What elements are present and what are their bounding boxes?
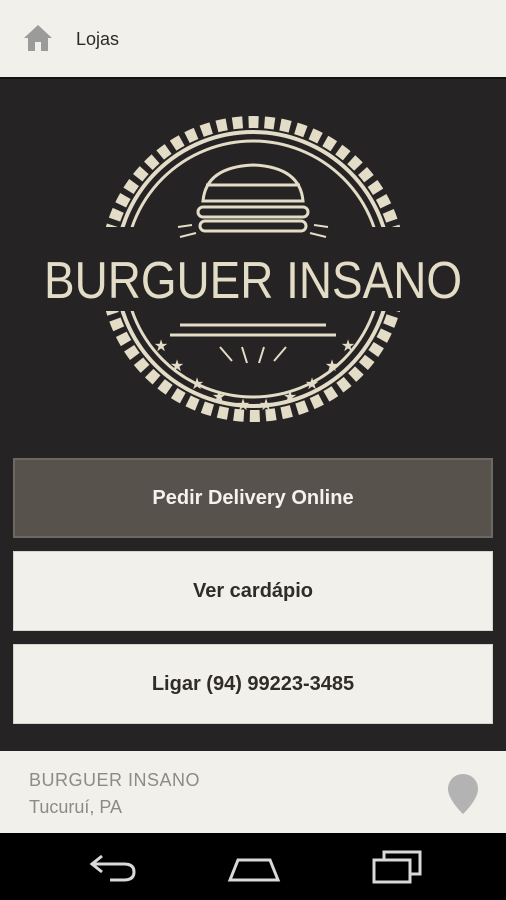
recent-apps-icon[interactable]: [366, 848, 426, 884]
order-delivery-button[interactable]: Pedir Delivery Online: [13, 458, 493, 538]
hero-section: BURGUER INSANO ★ ★ ★ ★ ★ ★ ★ ★ ★ ★ Pedir…: [0, 79, 506, 751]
svg-text:★: ★: [259, 395, 273, 414]
store-name: BURGUER INSANO: [29, 770, 201, 790]
page-title: Lojas: [76, 29, 120, 49]
view-menu-button[interactable]: Ver cardápio: [13, 551, 493, 631]
svg-text:★: ★: [212, 387, 226, 406]
svg-text:★: ★: [341, 336, 355, 355]
system-navigation-bar: [0, 833, 506, 900]
store-info-bar[interactable]: BURGUER INSANO Tucuruí, PA: [0, 751, 506, 833]
store-location: Tucuruí, PA: [29, 797, 123, 817]
svg-text:★: ★: [190, 374, 204, 393]
svg-text:★: ★: [283, 387, 297, 406]
logo-brand-text: BURGUER INSANO: [44, 252, 462, 310]
svg-text:★: ★: [325, 356, 339, 375]
back-icon[interactable]: [84, 848, 144, 884]
map-pin-icon[interactable]: [446, 772, 480, 816]
svg-text:★: ★: [170, 356, 184, 375]
nav-home-icon[interactable]: [224, 848, 284, 884]
home-icon[interactable]: [22, 22, 54, 54]
burguer-insano-logo: BURGUER INSANO ★ ★ ★ ★ ★ ★ ★ ★ ★ ★: [20, 116, 486, 422]
call-store-button[interactable]: Ligar (94) 99223-3485: [13, 644, 493, 724]
svg-text:★: ★: [305, 374, 319, 393]
svg-text:★: ★: [154, 336, 168, 355]
svg-text:★: ★: [236, 395, 250, 414]
app-bar: Lojas: [0, 0, 506, 79]
